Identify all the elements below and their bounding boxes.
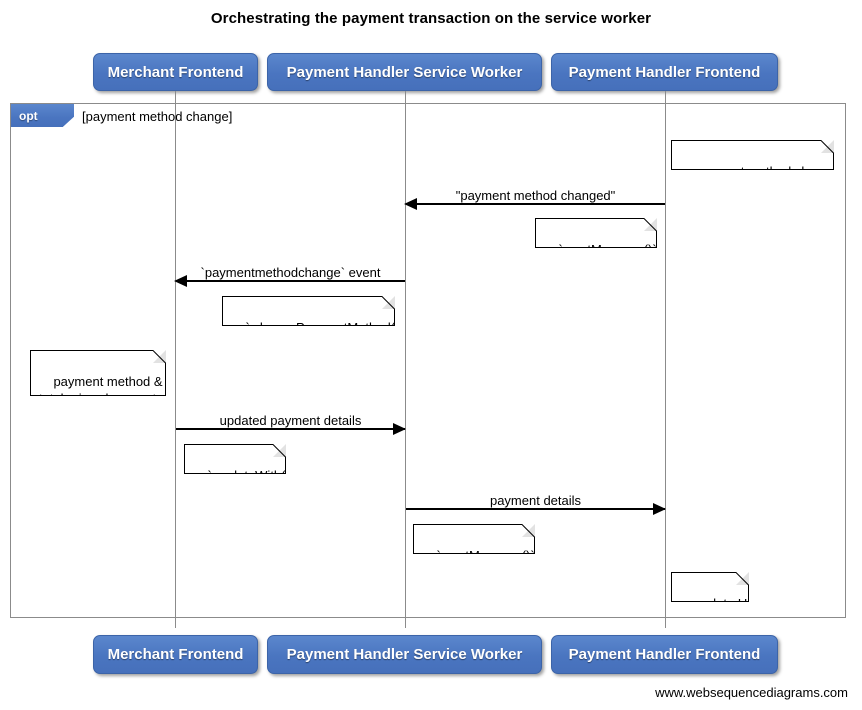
message-arrowhead-4	[653, 503, 666, 515]
watermark: www.websequencediagrams.com	[655, 685, 848, 700]
participant-label: Payment Handler Service Worker	[286, 63, 523, 81]
page-title: Orchestrating the payment transaction on…	[210, 10, 652, 27]
message-line-4	[406, 508, 665, 510]
participant-label: Payment Handler Frontend	[568, 63, 761, 81]
message-arrowhead-2	[174, 275, 187, 287]
note-payment-method-total-price: payment method & total price change etc	[30, 350, 166, 396]
message-line-1	[406, 203, 665, 205]
participant-header-sw[interactable]: Payment Handler Service Worker	[267, 53, 542, 91]
participant-label: Payment Handler Frontend	[568, 646, 761, 663]
fragment-tag-opt: opt	[11, 104, 74, 127]
participant-label: Payment Handler Service Worker	[286, 646, 523, 663]
sequence-diagram: Orchestrating the payment transaction on…	[0, 0, 862, 710]
note-update-ui: update UI	[671, 572, 749, 602]
fragment-condition: [payment method change]	[82, 109, 233, 124]
message-label-2: `paymentmethodchange` event	[200, 265, 381, 280]
fragment-tag-label: opt	[19, 108, 38, 123]
participant-footer-sw[interactable]: Payment Handler Service Worker	[267, 635, 542, 674]
message-arrowhead-3	[393, 423, 406, 435]
participant-label: Merchant Frontend	[107, 646, 244, 663]
participant-header-phfrontend[interactable]: Payment Handler Frontend	[551, 53, 778, 91]
note-update-with: `.updateWith()`	[184, 444, 286, 474]
message-label-1: "payment method changed"	[455, 188, 616, 203]
note-postmessage-1: `.postMessage()`	[535, 218, 657, 248]
message-label-4: payment details	[489, 493, 582, 508]
message-arrowhead-1	[404, 198, 417, 210]
note-change-payment-method: `.changePaymentMethod()`	[222, 296, 395, 326]
message-label-3: updated payment details	[219, 413, 362, 428]
participant-footer-merchant[interactable]: Merchant Frontend	[93, 635, 258, 674]
participant-header-merchant[interactable]: Merchant Frontend	[93, 53, 258, 91]
message-line-3	[176, 428, 405, 430]
note-postmessage-2: `.postMessage()`	[413, 524, 535, 554]
message-line-2	[176, 280, 405, 282]
participant-footer-phfrontend[interactable]: Payment Handler Frontend	[551, 635, 778, 674]
note-payment-method-changed: payment method changed	[671, 140, 834, 170]
participant-label: Merchant Frontend	[107, 63, 244, 81]
